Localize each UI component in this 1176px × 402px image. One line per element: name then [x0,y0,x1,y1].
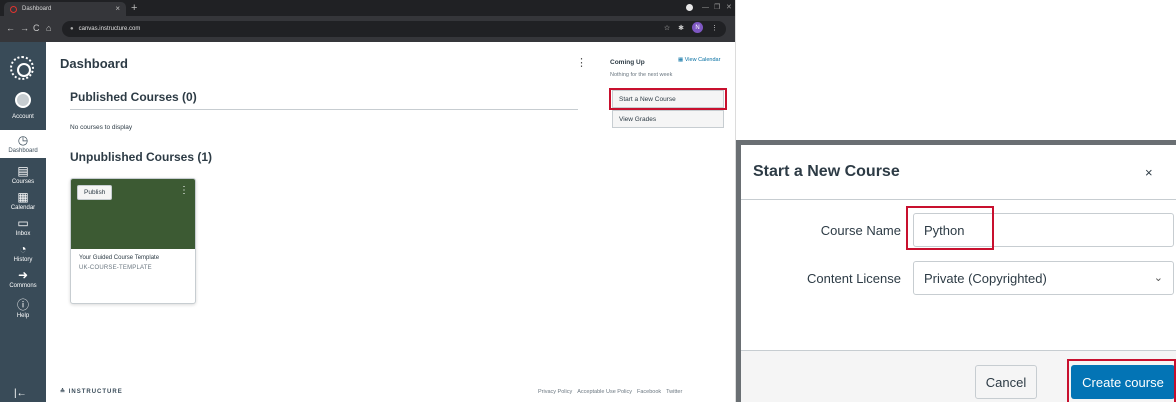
publish-button[interactable]: Publish [77,185,113,200]
nav-label: Help [16,313,30,319]
nav-item-help[interactable]: ⓘ Help [0,298,46,320]
divider [70,109,578,110]
course-name-label: Course Name [820,223,901,238]
unpublished-courses-heading: Unpublished Courses (1) [70,150,213,164]
close-icon[interactable]: × [1145,165,1153,180]
dashboard-options-icon[interactable]: ⋮ [576,56,587,69]
browser-toolbar: ← → C ⌂ ● canvas.instructure.com ☆ ✱ N ⋮ [0,16,735,42]
window-minimize-button[interactable]: — [702,2,709,14]
user-avatar-icon [15,92,31,108]
dialog-title: Start a New Course [753,163,900,180]
bookmark-star-icon[interactable]: ☆ [664,24,670,32]
forward-arrow-icon[interactable]: → [20,22,29,34]
reload-icon[interactable]: C [33,22,40,34]
info-icon: ⓘ [16,298,29,312]
nav-label: History [13,257,33,263]
back-arrow-icon[interactable]: ← [6,22,15,34]
content-license-select[interactable]: Private (Copyrighted) ⌄ [913,261,1174,295]
chevron-down-icon: ⌄ [1153,272,1163,284]
nav-item-calendar[interactable]: ▦ Calendar [0,190,46,212]
start-new-course-dialog: Start a New Course × Course Name Python … [736,140,1176,402]
lock-icon: ● [70,26,74,32]
dashboard-icon: ◷ [17,133,29,147]
footer-link-twitter[interactable]: Twitter [666,389,682,395]
dashboard-main: Dashboard ⋮ Published Courses (0) No cou… [46,42,735,402]
empty-courses-message: No courses to display [70,124,133,131]
coming-up-heading: Coming Up [610,59,645,66]
profile-avatar[interactable]: N [692,22,703,33]
tab-close-icon[interactable]: × [115,5,120,13]
highlight-box [1067,359,1176,402]
view-grades-button[interactable]: View Grades [612,110,724,128]
canvas-global-nav: Account ◷ Dashboard ▤ Courses ▦ Calendar… [0,42,46,402]
nav-label: Calendar [10,205,36,211]
nav-item-commons[interactable]: ➜ Commons [0,268,46,290]
tab-title: Dashboard [22,6,52,12]
nav-item-history[interactable]: ◔ History [0,242,46,264]
book-icon: ▤ [17,164,29,178]
calendar-icon: ▦ [17,190,29,204]
nav-item-courses[interactable]: ▤ Courses [0,164,46,186]
arrow-share-icon: ➜ [17,268,29,282]
home-icon[interactable]: ⌂ [46,22,51,34]
nav-label: Inbox [15,231,31,237]
extensions-puzzle-icon[interactable]: ✱ [678,24,684,32]
nav-label: Dashboard [8,148,38,154]
window-close-button[interactable]: ✕ [726,2,732,14]
dialog-header: Start a New Course × [741,145,1176,200]
nav-label: Commons [9,283,37,289]
cancel-button[interactable]: Cancel [975,365,1037,399]
nav-label: Account [12,114,34,120]
nav-item-inbox[interactable]: ▭ Inbox [0,216,46,238]
address-bar[interactable]: ● canvas.instructure.com ☆ ✱ N ⋮ [62,21,726,37]
inbox-icon: ▭ [17,216,29,230]
footer-links: Privacy Policy Acceptable Use Policy Fac… [538,389,682,395]
record-indicator-icon [686,4,693,11]
course-card[interactable]: Publish ⋮ Your Guided Course Template UK… [70,178,196,304]
instructure-logo: ≙ INSTRUCTURE [60,389,123,395]
highlight-box [609,88,727,110]
browser-menu-icon[interactable]: ⋮ [711,24,718,32]
new-tab-button[interactable]: + [131,1,137,15]
published-courses-heading: Published Courses (0) [70,90,197,104]
content-license-label: Content License [807,271,901,286]
browser-window: Dashboard × + — ❐ ✕ ← → C ⌂ ● canvas.ins… [0,0,736,402]
view-calendar-label: View Calendar [684,57,721,63]
page-title: Dashboard [60,56,128,71]
nav-label: Courses [11,179,35,185]
highlight-box [906,206,994,250]
address-url: canvas.instructure.com [78,26,141,32]
footer-link-aup[interactable]: Acceptable Use Policy [577,389,632,395]
toolbar-actions: ☆ ✱ N ⋮ [664,22,718,33]
instructure-wordmark: INSTRUCTURE [68,389,123,395]
course-code: UK-COURSE-TEMPLATE [79,265,152,271]
collapse-nav-icon[interactable]: |← [14,388,27,399]
nav-item-dashboard[interactable]: ◷ Dashboard [0,130,46,158]
footer-link-privacy[interactable]: Privacy Policy [538,389,572,395]
window-maximize-button[interactable]: ❐ [714,2,720,14]
content-license-value: Private (Copyrighted) [924,270,1047,286]
card-options-icon[interactable]: ⋮ [179,185,189,196]
coming-up-empty-message: Nothing for the next week [610,72,673,78]
nav-item-account[interactable]: Account [0,92,46,121]
course-name[interactable]: Your Guided Course Template [79,255,159,261]
canvas-logo-icon[interactable] [10,56,34,80]
clock-icon: ◔ [19,242,27,256]
dialog-footer: Cancel Create course [741,350,1176,402]
browser-tab-dashboard[interactable]: Dashboard × [4,2,126,16]
canvas-favicon-icon [10,5,17,13]
view-calendar-link[interactable]: ▦ View Calendar [678,57,720,63]
calendar-small-icon: ▦ [678,57,685,63]
footer-link-facebook[interactable]: Facebook [637,389,661,395]
browser-tab-bar: Dashboard × + — ❐ ✕ [0,0,735,16]
